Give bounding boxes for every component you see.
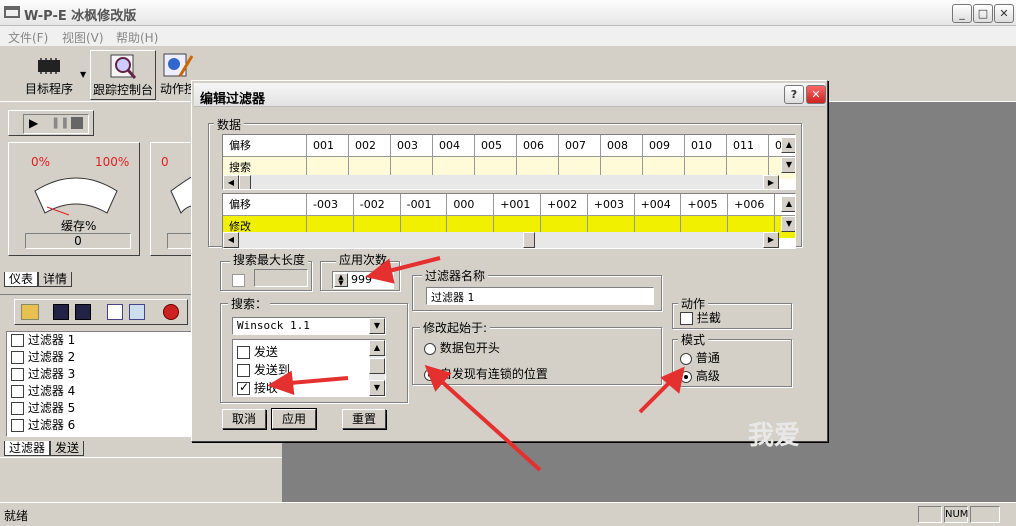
annotation-arrows — [267, 256, 685, 472]
